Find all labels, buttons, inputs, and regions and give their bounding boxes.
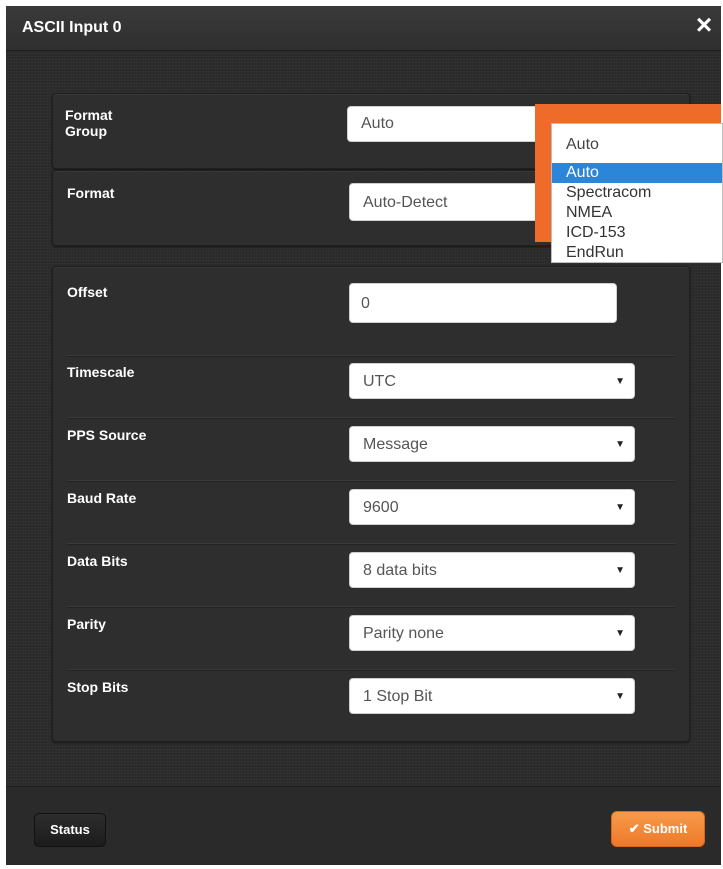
timescale-select[interactable]: UTC ▼ bbox=[349, 363, 635, 399]
baud-rate-select[interactable]: 9600 ▼ bbox=[349, 489, 635, 525]
baud-rate-label: Baud Rate bbox=[67, 490, 137, 506]
format-value: Auto-Detect bbox=[363, 194, 448, 211]
baud-rate-value: 9600 bbox=[363, 499, 399, 516]
offset-value: 0 bbox=[361, 295, 370, 312]
dropdown-option-auto[interactable]: Auto bbox=[552, 163, 722, 183]
format-label: Format bbox=[67, 185, 115, 201]
settings-panel: Offset 0 Timescale UTC ▼ PPS Source Mess… bbox=[52, 266, 690, 742]
divider bbox=[67, 480, 675, 481]
chevron-down-icon: ▼ bbox=[615, 502, 625, 513]
timescale-label: Timescale bbox=[67, 364, 135, 380]
chevron-down-icon: ▼ bbox=[615, 439, 625, 450]
divider bbox=[67, 669, 675, 670]
dialog-title: ASCII Input 0 bbox=[22, 19, 122, 36]
submit-button[interactable]: ✔ Submit bbox=[611, 811, 705, 847]
parity-select[interactable]: Parity none ▼ bbox=[349, 615, 635, 651]
chevron-down-icon: ▼ bbox=[615, 565, 625, 576]
divider bbox=[67, 355, 675, 356]
dropdown-option-icd-153[interactable]: ICD-153 bbox=[552, 223, 722, 243]
data-bits-value: 8 data bits bbox=[363, 562, 437, 579]
dropdown-current: Auto bbox=[566, 136, 599, 153]
stop-bits-label: Stop Bits bbox=[67, 679, 129, 695]
chevron-down-icon: ▼ bbox=[615, 691, 625, 702]
stop-bits-select[interactable]: 1 Stop Bit ▼ bbox=[349, 678, 635, 714]
offset-label: Offset bbox=[67, 284, 108, 300]
pps-source-select[interactable]: Message ▼ bbox=[349, 426, 635, 462]
data-bits-select[interactable]: 8 data bits ▼ bbox=[349, 552, 635, 588]
format-group-dropdown[interactable]: Auto Auto Spectracom NMEA ICD-153 EndRun bbox=[551, 123, 723, 263]
dropdown-option-spectracom[interactable]: Spectracom bbox=[552, 183, 722, 203]
offset-input[interactable]: 0 bbox=[349, 283, 617, 323]
chevron-down-icon: ▼ bbox=[615, 376, 625, 387]
status-button[interactable]: Status bbox=[34, 813, 106, 847]
ascii-input-dialog: ASCII Input 0 × Format Group Auto ▼ Form… bbox=[6, 6, 723, 865]
parity-value: Parity none bbox=[363, 625, 444, 642]
pps-source-label: PPS Source bbox=[67, 427, 147, 443]
data-bits-label: Data Bits bbox=[67, 553, 128, 569]
format-group-value: Auto bbox=[361, 115, 394, 132]
stop-bits-value: 1 Stop Bit bbox=[363, 688, 433, 705]
submit-label: Submit bbox=[643, 821, 688, 836]
format-group-label: Format Group bbox=[65, 107, 113, 139]
divider bbox=[67, 606, 675, 607]
dialog-footer: Status ✔ Submit bbox=[6, 786, 721, 865]
chevron-down-icon: ▼ bbox=[615, 628, 625, 639]
dropdown-option-endrun[interactable]: EndRun bbox=[552, 243, 722, 263]
dropdown-option-nmea[interactable]: NMEA bbox=[552, 203, 722, 223]
divider bbox=[67, 417, 675, 418]
timescale-value: UTC bbox=[363, 373, 396, 390]
dialog-titlebar: ASCII Input 0 × bbox=[6, 6, 721, 51]
check-icon: ✔ bbox=[628, 821, 640, 836]
parity-label: Parity bbox=[67, 616, 106, 632]
close-icon[interactable]: × bbox=[691, 11, 717, 39]
divider bbox=[67, 543, 675, 544]
pps-source-value: Message bbox=[363, 436, 428, 453]
